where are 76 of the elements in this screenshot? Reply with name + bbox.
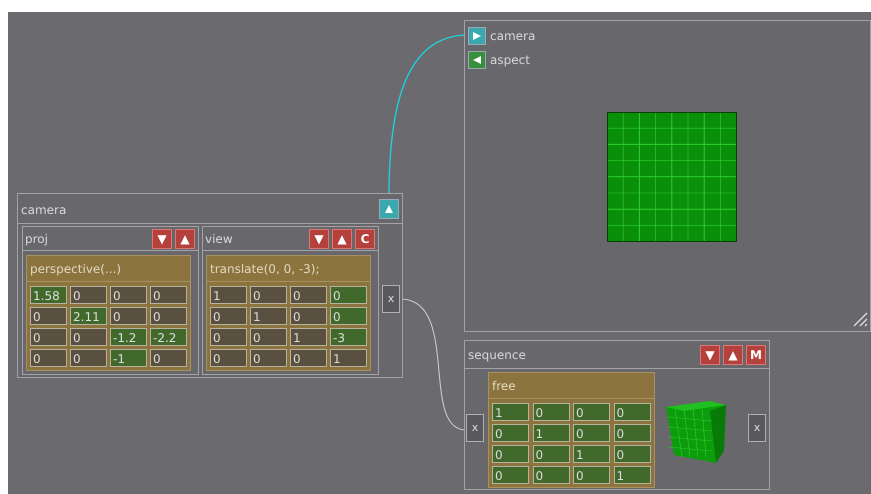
matrix-cell[interactable]: 0 bbox=[330, 286, 367, 304]
matrix-cell[interactable]: 0 bbox=[532, 466, 570, 484]
matrix-title: translate(0, 0, -3); bbox=[207, 256, 370, 282]
matrix-cell[interactable]: 0 bbox=[492, 445, 529, 463]
matrix-cell[interactable]: 0 bbox=[210, 328, 247, 346]
matrix-cell[interactable]: 1.58 bbox=[30, 286, 67, 304]
header-button[interactable]: ▼ bbox=[700, 344, 720, 364]
matrix-cell[interactable]: 0 bbox=[210, 307, 247, 325]
matrix-cell[interactable]: 1 bbox=[250, 307, 287, 325]
matrix-cell[interactable]: 0 bbox=[532, 445, 570, 463]
resize-grip-icon[interactable] bbox=[852, 311, 868, 327]
output-port[interactable] bbox=[379, 198, 399, 218]
matrix-cell[interactable]: 0 bbox=[290, 286, 327, 304]
node-title: sequence bbox=[468, 346, 526, 364]
matrix-cell[interactable]: 0 bbox=[210, 349, 247, 367]
matrix-cell[interactable]: 1 bbox=[210, 286, 247, 304]
matrix-cell[interactable]: -1 bbox=[110, 349, 147, 367]
header-button[interactable]: ▲ bbox=[332, 228, 352, 248]
port-label: camera bbox=[490, 28, 536, 45]
panel-title: proj bbox=[25, 230, 48, 248]
matrix-cell[interactable]: 0 bbox=[573, 424, 610, 442]
header-button[interactable]: ▲ bbox=[175, 228, 195, 248]
matrix-cell[interactable]: 0 bbox=[150, 286, 187, 304]
matrix-cell[interactable]: -1.2 bbox=[110, 328, 147, 346]
matrix-cell[interactable]: 0 bbox=[150, 307, 187, 325]
arrow-icon bbox=[472, 55, 482, 65]
matrix-cell[interactable]: 0 bbox=[110, 286, 147, 304]
matrix-cell[interactable]: 0 bbox=[250, 286, 287, 304]
arrow-icon bbox=[472, 31, 482, 41]
matrix-cell[interactable]: 1 bbox=[290, 328, 327, 346]
matrix-cell[interactable]: -3 bbox=[330, 328, 367, 346]
arrow-icon bbox=[384, 204, 394, 214]
matrix-cell[interactable]: 0 bbox=[70, 286, 107, 304]
matrix-cell[interactable]: 0 bbox=[30, 307, 67, 325]
matrix-cell[interactable]: 0 bbox=[70, 328, 107, 346]
matrix-cell[interactable]: 0 bbox=[573, 403, 610, 421]
matrix-cell[interactable]: 0 bbox=[250, 328, 287, 346]
matrix-cell[interactable]: 1 bbox=[532, 424, 570, 442]
matrix-cell[interactable]: 1 bbox=[573, 445, 610, 463]
header-button[interactable]: ▼ bbox=[309, 228, 329, 248]
matrix-title: free bbox=[489, 373, 654, 399]
matrix-cell[interactable]: 0 bbox=[492, 466, 529, 484]
cube-preview-drawing bbox=[664, 399, 728, 465]
port-label: aspect bbox=[490, 52, 530, 69]
header-button[interactable]: ▼ bbox=[152, 228, 172, 248]
matrix-cell[interactable]: 0 bbox=[330, 307, 367, 325]
input-port[interactable] bbox=[468, 51, 486, 69]
output-port[interactable]: x bbox=[748, 414, 766, 442]
matrix-cell[interactable]: 1 bbox=[330, 349, 367, 367]
matrix-cell[interactable]: 1 bbox=[614, 466, 650, 484]
matrix-cell[interactable]: 0 bbox=[614, 445, 650, 463]
matrix-cell[interactable]: 0 bbox=[290, 349, 327, 367]
matrix-cell[interactable]: 0 bbox=[532, 403, 570, 421]
header-button[interactable]: C bbox=[355, 228, 375, 248]
matrix-cell[interactable]: 0 bbox=[70, 349, 107, 367]
matrix-cell[interactable]: 0 bbox=[573, 466, 610, 484]
input-port[interactable]: x bbox=[466, 414, 484, 442]
matrix-cell[interactable]: 0 bbox=[614, 424, 650, 442]
input-port[interactable] bbox=[468, 27, 486, 45]
matrix-cell[interactable]: 0 bbox=[614, 403, 650, 421]
matrix-cell[interactable]: 0 bbox=[150, 349, 187, 367]
matrix-cell[interactable]: 0 bbox=[30, 328, 67, 346]
node-title: camera bbox=[21, 202, 66, 218]
matrix-cell[interactable]: 0 bbox=[290, 307, 327, 325]
matrix-cell[interactable]: -2.2 bbox=[150, 328, 187, 346]
matrix-title: perspective(...) bbox=[27, 256, 190, 282]
header-button[interactable]: M bbox=[746, 344, 766, 364]
matrix-cell[interactable]: 0 bbox=[250, 349, 287, 367]
panel-title: view bbox=[205, 230, 233, 248]
matrix-cell[interactable]: 0 bbox=[110, 307, 147, 325]
matrix-cell[interactable]: 0 bbox=[30, 349, 67, 367]
matrix-cell[interactable]: 1 bbox=[492, 403, 529, 421]
header-button[interactable]: ▲ bbox=[723, 344, 743, 364]
matrix-cell[interactable]: 0 bbox=[492, 424, 529, 442]
output-port[interactable]: x bbox=[382, 285, 400, 313]
matrix-cell[interactable]: 2.11 bbox=[70, 307, 107, 325]
